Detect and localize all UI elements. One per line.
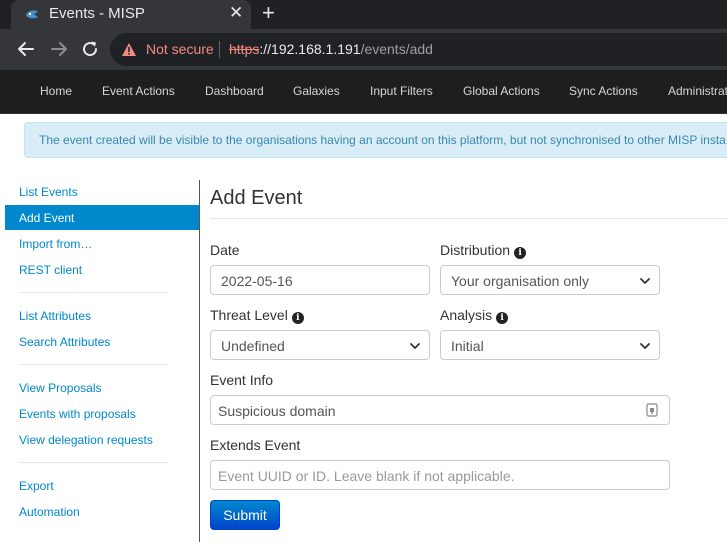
sidebar-item-rest-client[interactable]: REST client [19, 263, 82, 277]
url-separator: :// [259, 41, 272, 57]
extends-event-label: Extends Event [210, 437, 301, 453]
browser-toolbar: Not secure https://192.168.1.191/events/… [0, 29, 727, 70]
nav-global-actions[interactable]: Global Actions [463, 84, 540, 98]
sidebar-item-export[interactable]: Export [19, 479, 54, 493]
chevron-down-icon [640, 343, 650, 349]
sidebar-item-delegation-requests[interactable]: View delegation requests [19, 433, 153, 447]
password-manager-icon[interactable] [646, 403, 658, 417]
sidebar-item-list-attributes[interactable]: List Attributes [19, 309, 91, 323]
distribution-select[interactable]: Your organisation only [440, 265, 660, 295]
forward-arrow-icon[interactable] [48, 38, 70, 60]
url-host: 192.168.1.191 [271, 41, 361, 57]
analysis-select-value: Initial [451, 338, 484, 354]
tab-close-icon[interactable]: ✕ [229, 3, 243, 23]
sidebar-divider [19, 364, 168, 365]
analysis-label-text: Analysis [440, 307, 493, 323]
alert-text: The event created will be visible to the… [39, 133, 726, 147]
date-input-value: 2022-05-16 [221, 273, 293, 289]
sidebar-divider [19, 462, 168, 463]
extends-event-placeholder: Event UUID or ID. Leave blank if not app… [218, 468, 515, 484]
sidebar-item-list-events[interactable]: List Events [19, 185, 78, 199]
sidebar-divider [19, 292, 168, 293]
info-icon[interactable]: i [291, 312, 304, 324]
back-arrow-icon[interactable] [15, 38, 37, 60]
threat-level-label-text: Threat Level [210, 307, 288, 323]
distribution-select-value: Your organisation only [451, 273, 590, 289]
sidebar-item-add-event[interactable]: Add Event [5, 205, 199, 230]
event-info-input-value: Suspicious domain [218, 403, 336, 419]
submit-button[interactable]: Submit [210, 500, 280, 530]
reload-icon[interactable] [79, 38, 101, 60]
sidebar-item-automation[interactable]: Automation [19, 505, 80, 519]
url-scheme: https [229, 41, 260, 57]
nav-sync-actions[interactable]: Sync Actions [569, 84, 638, 98]
nav-galaxies[interactable]: Galaxies [293, 84, 340, 98]
chevron-down-icon [410, 343, 420, 349]
browser-tab-strip: Events - MISP ✕ + [0, 0, 727, 29]
page-title: Add Event [210, 187, 303, 209]
distribution-label-text: Distribution [440, 242, 511, 258]
nav-home[interactable]: Home [40, 84, 72, 98]
info-icon[interactable]: i [514, 247, 527, 259]
date-input[interactable]: 2022-05-16 [210, 265, 430, 295]
sidebar-item-search-attributes[interactable]: Search Attributes [19, 335, 110, 349]
date-label: Date [210, 242, 240, 258]
chevron-down-icon [640, 278, 650, 284]
omnibox-divider [219, 41, 220, 58]
url-path: /events/add [360, 41, 433, 57]
not-secure-label[interactable]: Not secure [146, 41, 214, 57]
nav-input-filters[interactable]: Input Filters [370, 84, 433, 98]
event-info-input[interactable]: Suspicious domain [210, 395, 670, 425]
sidebar-item-label: Add Event [19, 211, 75, 225]
info-icon[interactable]: i [496, 312, 509, 324]
info-alert: The event created will be visible to the… [24, 122, 727, 158]
distribution-label: Distribution i [440, 242, 527, 259]
extends-event-input[interactable]: Event UUID or ID. Leave blank if not app… [210, 460, 670, 490]
title-divider [210, 218, 727, 219]
nav-dashboard[interactable]: Dashboard [205, 84, 264, 98]
analysis-label: Analysis i [440, 307, 509, 324]
content-divider [199, 180, 200, 542]
threat-level-select[interactable]: Undefined [210, 330, 430, 360]
threat-level-select-value: Undefined [221, 338, 285, 354]
browser-tab[interactable]: Events - MISP ✕ [11, 0, 251, 29]
threat-level-label: Threat Level i [210, 307, 304, 324]
address-bar[interactable]: Not secure https://192.168.1.191/events/… [110, 33, 727, 66]
url-text[interactable]: https://192.168.1.191/events/add [229, 41, 433, 57]
new-tab-icon[interactable]: + [262, 1, 275, 25]
misp-top-nav: Home Event Actions Dashboard Galaxies In… [0, 70, 727, 114]
sidebar-item-events-with-proposals[interactable]: Events with proposals [19, 407, 136, 421]
warning-icon [122, 43, 136, 56]
sidebar-item-import-from[interactable]: Import from… [19, 237, 92, 251]
sidebar-item-view-proposals[interactable]: View Proposals [19, 381, 102, 395]
nav-administration[interactable]: Administrati [668, 84, 727, 98]
analysis-select[interactable]: Initial [440, 330, 660, 360]
event-info-label: Event Info [210, 372, 274, 388]
misp-favicon-icon [26, 10, 38, 19]
nav-event-actions[interactable]: Event Actions [102, 84, 175, 98]
tab-title: Events - MISP [49, 5, 145, 22]
